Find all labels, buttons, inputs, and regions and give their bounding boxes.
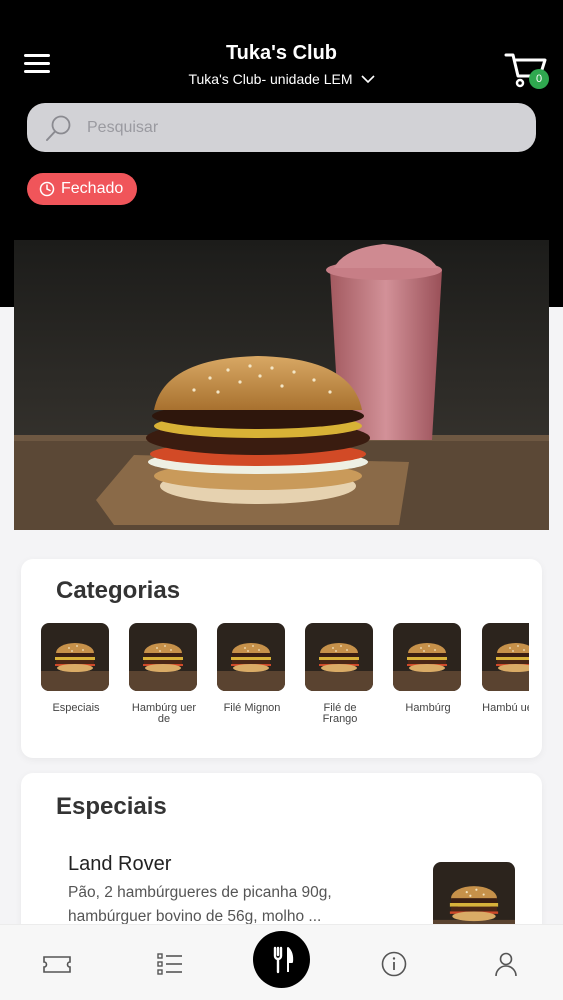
product-name: Land Rover — [68, 853, 172, 875]
category-image — [482, 623, 529, 691]
fork-knife-icon — [273, 946, 293, 973]
clock-icon — [39, 181, 55, 197]
status-badge: Fechado — [27, 173, 138, 205]
category-image — [41, 623, 109, 691]
category-label: Hambúrg — [405, 702, 451, 714]
store-title: Tuka's Club — [225, 42, 338, 64]
product-item[interactable]: Land Rover Pão, 2 hambúrgueres de picanh… — [68, 853, 398, 929]
search-bar[interactable] — [27, 103, 536, 152]
category-label: Especiais — [52, 702, 100, 714]
chevron-down-icon — [360, 75, 375, 84]
ticket-icon[interactable] — [42, 949, 72, 979]
category-image — [217, 623, 285, 691]
unit-selector[interactable]: Tuka's Club- unidade LEM — [0, 71, 563, 87]
category-item[interactable]: Filé Mignon — [217, 623, 287, 714]
category-item[interactable]: Especiais — [41, 623, 111, 714]
info-icon[interactable] — [379, 949, 409, 979]
search-input[interactable] — [87, 118, 536, 137]
list-icon[interactable] — [155, 949, 185, 979]
categories-title: Categorias — [56, 577, 181, 604]
cart-count-badge: 0 — [529, 69, 549, 89]
category-item[interactable]: Hambú uer de — [482, 623, 529, 714]
user-icon[interactable] — [491, 949, 521, 979]
menu-tab-button[interactable] — [253, 931, 310, 988]
product-description: Pão, 2 hambúrgueres de picanha 90g, hamb… — [68, 884, 332, 925]
category-item[interactable]: Hambúrg — [393, 623, 463, 714]
category-image — [129, 623, 197, 691]
categories-carousel[interactable]: Especiais Hambúrg uer de Filé Mignon Fil… — [35, 623, 529, 733]
bottom-navigation — [0, 924, 563, 1000]
hero-banner-image — [14, 240, 549, 530]
category-label: Hambúrg uer de — [131, 702, 197, 725]
category-label: Hambú uer de — [482, 702, 529, 714]
specials-title: Especiais — [56, 793, 167, 820]
unit-label: Tuka's Club- unidade LEM — [188, 71, 353, 87]
category-image — [393, 623, 461, 691]
category-label: Filé Mignon — [223, 702, 281, 714]
category-image — [305, 623, 373, 691]
category-label: Filé de Frango — [322, 702, 358, 725]
categories-section: Categorias Especiais Hambúrg uer de Filé… — [21, 559, 542, 758]
category-item[interactable]: Hambúrg uer de — [129, 623, 199, 725]
status-label: Fechado — [61, 180, 124, 197]
search-icon — [46, 115, 71, 141]
category-item[interactable]: Filé de Frango — [305, 623, 375, 725]
